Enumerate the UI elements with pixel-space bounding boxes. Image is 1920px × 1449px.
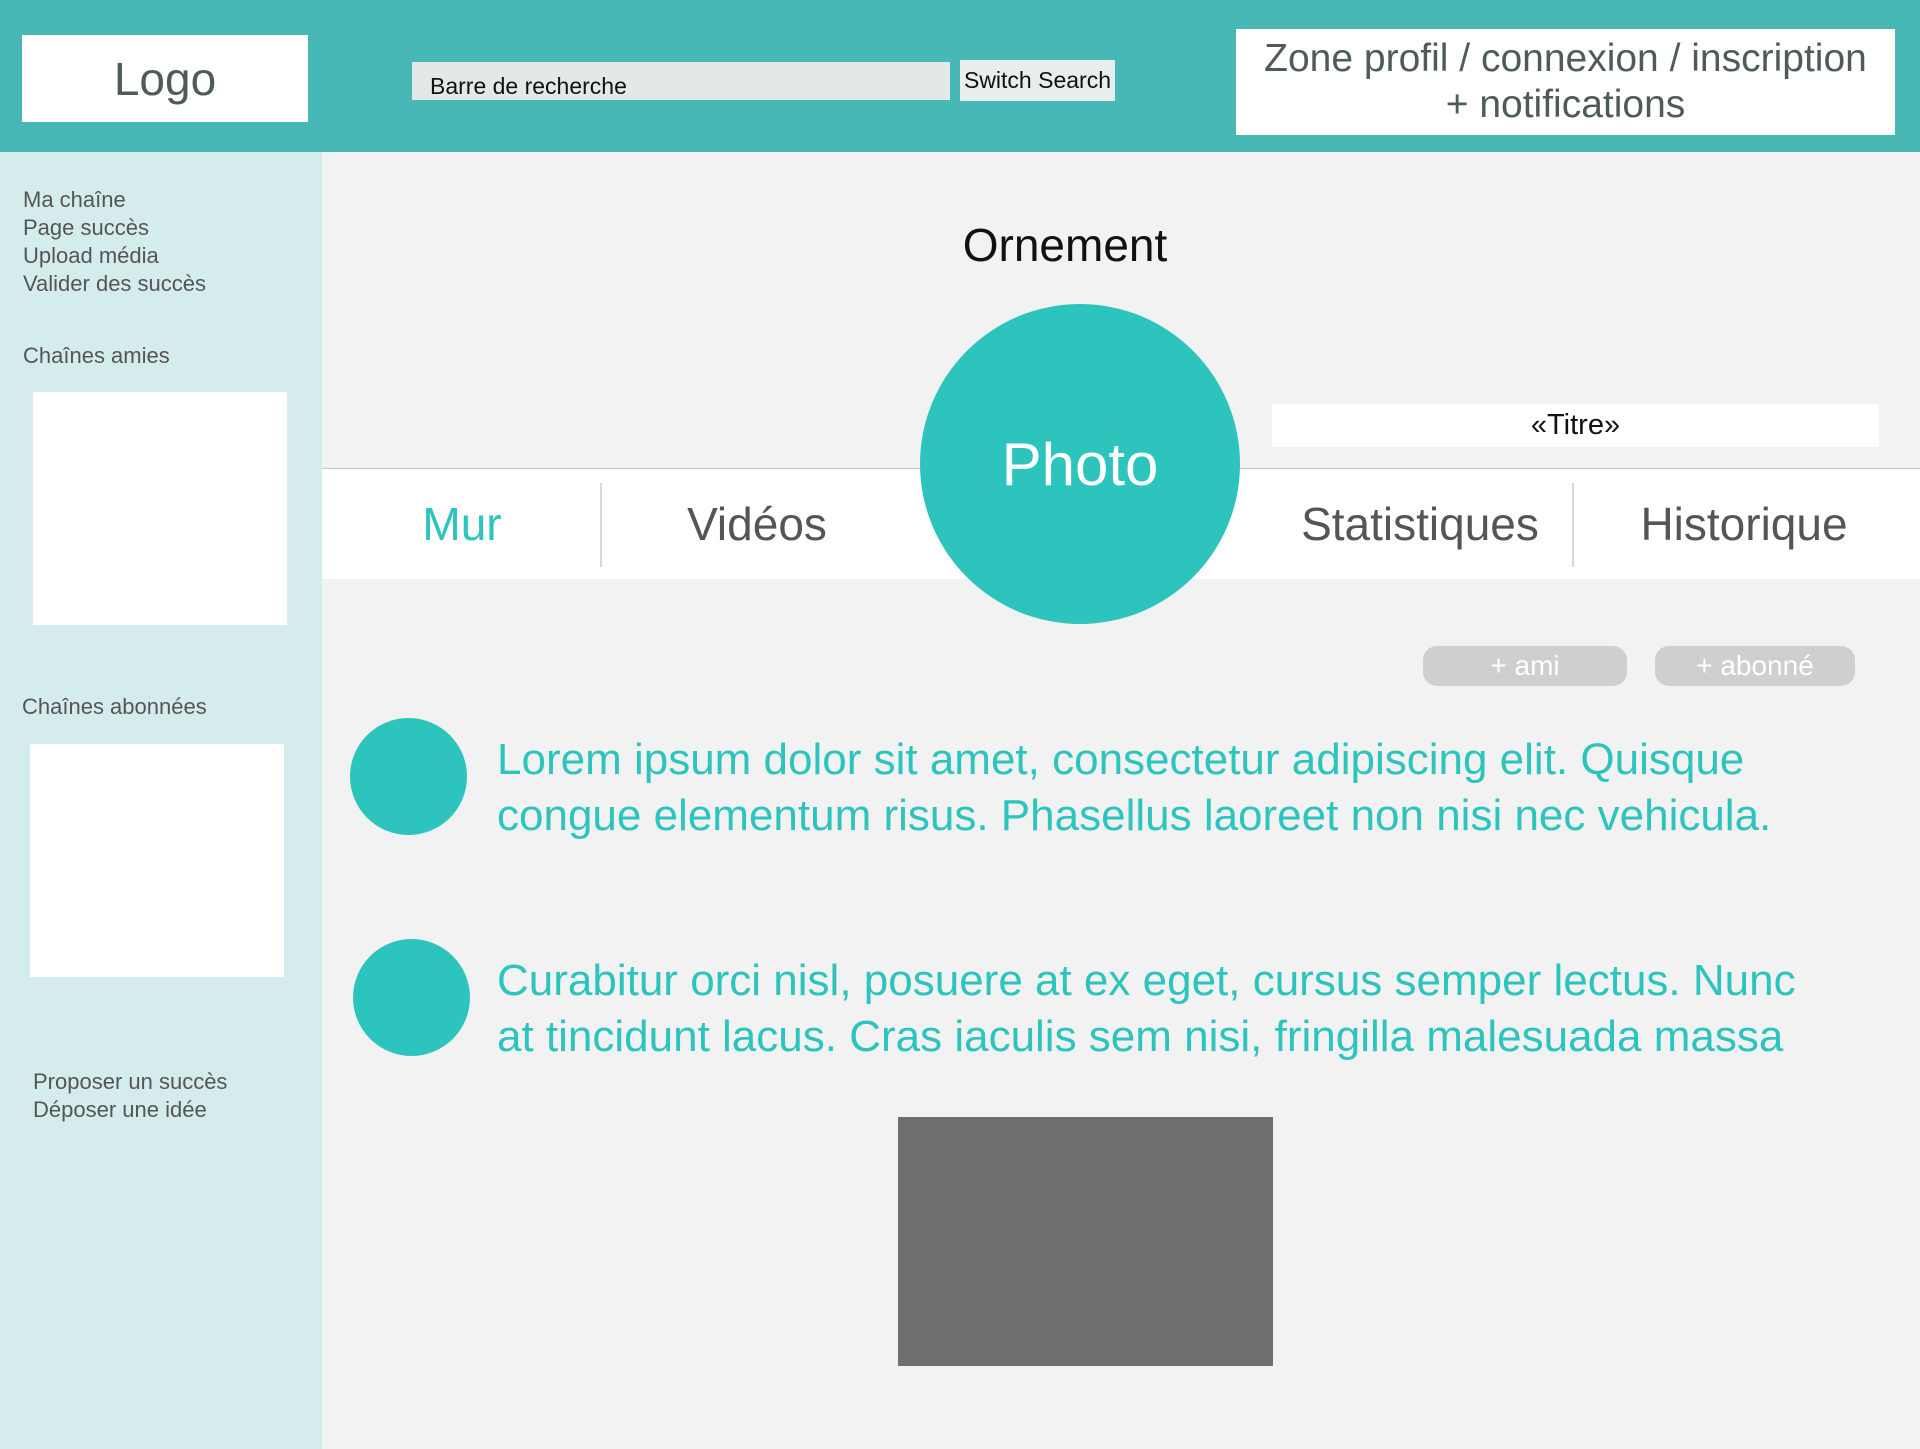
profile-zone-label: Zone profil / connexion / inscription bbox=[1264, 37, 1867, 80]
switch-search-button[interactable]: Switch Search bbox=[960, 60, 1115, 101]
post-avatar[interactable] bbox=[350, 718, 467, 835]
subscribe-button[interactable]: + abonné bbox=[1655, 646, 1855, 686]
tab-wall[interactable]: Mur bbox=[322, 469, 602, 579]
post-line: at tincidunt lacus. Cras iaculis sem nis… bbox=[497, 1012, 1784, 1061]
post-text: Curabitur orci nisl, posuere at ex eget,… bbox=[497, 953, 1897, 1065]
notifications-label: + notifications bbox=[1445, 83, 1686, 126]
sidebar-item-validate-achievements[interactable]: Valider des succès bbox=[23, 270, 206, 298]
friend-channels-box[interactable] bbox=[33, 392, 287, 625]
post-text: Lorem ipsum dolor sit amet, consectetur … bbox=[497, 732, 1897, 844]
sidebar-menu: Ma chaîne Page succès Upload média Valid… bbox=[23, 186, 206, 298]
sidebar-item-my-channel[interactable]: Ma chaîne bbox=[23, 186, 206, 214]
channel-photo[interactable]: Photo bbox=[920, 304, 1240, 624]
profile-zone[interactable]: Zone profil / connexion / inscription + … bbox=[1236, 29, 1895, 135]
sidebar-item-achievements-page[interactable]: Page succès bbox=[23, 214, 206, 242]
tab-statistics[interactable]: Statistiques bbox=[1240, 469, 1600, 579]
channel-title: «Titre» bbox=[1272, 404, 1879, 447]
sidebar: Ma chaîne Page succès Upload média Valid… bbox=[0, 152, 322, 1449]
subscribed-channels-heading: Chaînes abonnées bbox=[22, 694, 207, 719]
sidebar-item-upload-media[interactable]: Upload média bbox=[23, 242, 206, 270]
submit-idea-link[interactable]: Déposer une idée bbox=[33, 1096, 227, 1124]
subscribed-channels-box[interactable] bbox=[30, 744, 284, 977]
top-header: Logo Switch Search Zone profil / connexi… bbox=[0, 0, 1920, 152]
search-input[interactable] bbox=[412, 62, 950, 100]
tab-history[interactable]: Historique bbox=[1574, 469, 1914, 579]
logo[interactable]: Logo bbox=[22, 35, 308, 122]
tab-videos[interactable]: Vidéos bbox=[602, 469, 912, 579]
ornament-label: Ornement bbox=[962, 219, 1168, 271]
post-avatar[interactable] bbox=[353, 939, 470, 1056]
post-line: congue elementum risus. Phasellus laoree… bbox=[497, 791, 1772, 840]
propose-achievement-link[interactable]: Proposer un succès bbox=[33, 1068, 227, 1096]
post-line: Lorem ipsum dolor sit amet, consectetur … bbox=[497, 735, 1745, 784]
post-line: Curabitur orci nisl, posuere at ex eget,… bbox=[497, 956, 1796, 1005]
friend-channels-heading: Chaînes amies bbox=[23, 343, 170, 368]
sidebar-bottom-links: Proposer un succès Déposer une idée bbox=[33, 1068, 227, 1124]
add-friend-button[interactable]: + ami bbox=[1423, 646, 1627, 686]
media-placeholder[interactable] bbox=[898, 1117, 1273, 1366]
